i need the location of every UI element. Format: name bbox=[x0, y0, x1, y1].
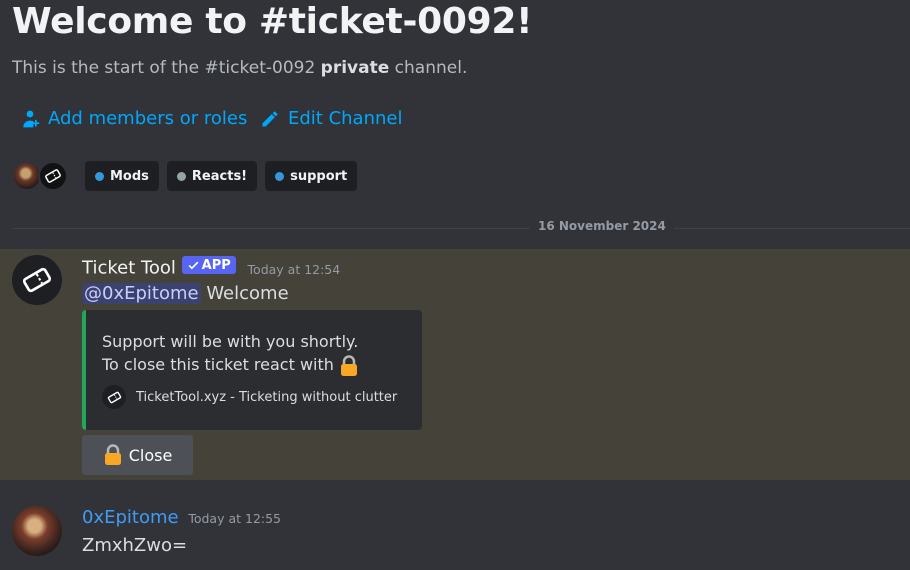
role-label: Reacts! bbox=[191, 168, 248, 184]
app-badge: APP bbox=[181, 256, 236, 274]
embed-line-with-lock: To close this ticket react with bbox=[102, 353, 359, 377]
add-members-link[interactable]: Add members or roles bbox=[20, 108, 247, 129]
role-pill[interactable]: support bbox=[265, 161, 358, 191]
embed-line: To close this ticket react with bbox=[102, 355, 334, 374]
ticket-icon bbox=[22, 267, 52, 293]
ticket-icon bbox=[102, 385, 126, 409]
subtitle-private: private bbox=[320, 58, 390, 78]
edit-channel-label: Edit Channel bbox=[288, 108, 403, 129]
role-label: Mods bbox=[110, 168, 149, 184]
checkmark-icon bbox=[188, 261, 199, 269]
subtitle-end: channel. bbox=[389, 58, 468, 78]
author-name[interactable]: 0xEpitome bbox=[82, 507, 179, 528]
message-embed: Support will be with you shortly. To clo… bbox=[82, 310, 422, 430]
add-members-label: Add members or roles bbox=[48, 108, 248, 129]
role-color-dot bbox=[275, 171, 285, 181]
role-pill[interactable]: Mods bbox=[85, 161, 159, 191]
author-name[interactable]: Ticket Tool bbox=[82, 258, 176, 279]
edit-channel-link[interactable]: Edit Channel bbox=[260, 108, 402, 129]
message-author-row: 0xEpitome Today at 12:55 bbox=[82, 507, 281, 528]
role-color-dot bbox=[176, 171, 186, 181]
embed-footer-text: TicketTool.xyz - Ticketing without clutt… bbox=[136, 389, 398, 405]
message-author-row: Ticket Tool APP Today at 12:54 bbox=[82, 256, 340, 279]
role-pill[interactable]: Reacts! bbox=[166, 161, 258, 191]
welcome-subtitle: This is the start of the #ticket-0092 pr… bbox=[12, 58, 467, 78]
avatar[interactable] bbox=[12, 506, 62, 556]
welcome-title: Welcome to #ticket-0092! bbox=[12, 1, 533, 42]
embed-line: Support will be with you shortly. bbox=[102, 332, 359, 351]
badge-label: APP bbox=[201, 257, 231, 273]
message-timestamp: Today at 12:55 bbox=[188, 511, 282, 526]
subtitle-text: This is the start of the #ticket-0092 bbox=[12, 58, 321, 78]
avatar[interactable] bbox=[12, 255, 62, 305]
message-content: ZmxhZwo= bbox=[82, 535, 188, 556]
embed-footer: TicketTool.xyz - Ticketing without clutt… bbox=[102, 385, 397, 409]
avatar[interactable] bbox=[38, 161, 68, 191]
embed-description: Support will be with you shortly. To clo… bbox=[102, 330, 359, 377]
role-pills: Mods Reacts! support bbox=[85, 161, 358, 191]
message-content: @0xEpitome Welcome bbox=[82, 283, 289, 304]
close-button-label: Close bbox=[128, 445, 173, 465]
user-mention[interactable]: @0xEpitome bbox=[82, 283, 201, 304]
ticket-icon bbox=[45, 169, 61, 183]
date-divider bbox=[12, 228, 910, 229]
close-ticket-button[interactable]: Close bbox=[82, 435, 193, 475]
lock-icon bbox=[104, 444, 121, 465]
pencil-icon bbox=[262, 110, 278, 126]
role-label: support bbox=[290, 168, 348, 184]
message-timestamp: Today at 12:54 bbox=[247, 261, 341, 277]
lock-icon bbox=[341, 354, 357, 376]
add-members-icon bbox=[23, 110, 40, 127]
member-avatars[interactable] bbox=[12, 161, 68, 191]
message-text: Welcome bbox=[200, 283, 289, 304]
role-color-dot bbox=[95, 171, 104, 181]
date-divider-label: 16 November 2024 bbox=[530, 219, 674, 233]
